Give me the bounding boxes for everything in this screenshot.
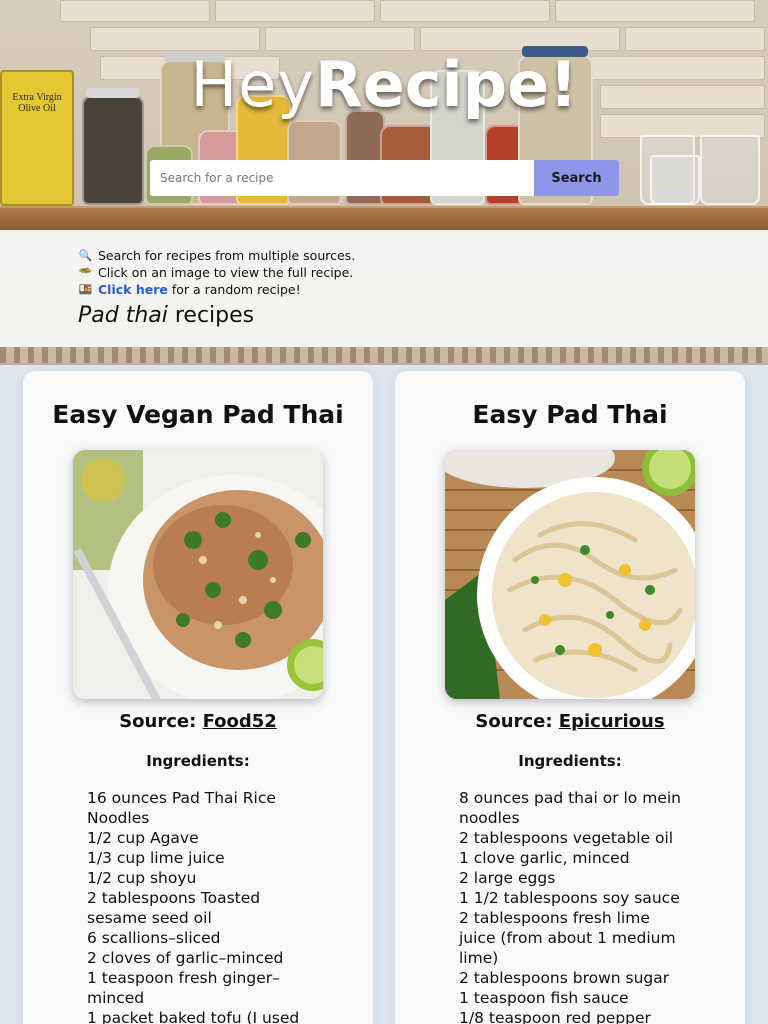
random-recipe-link[interactable]: Click here (98, 282, 168, 297)
info-row-random: 🍱 Click here for a random recipe! (78, 281, 355, 298)
hero-banner: Extra Virgin Olive Oil HeyRecipe! Search (0, 0, 768, 230)
ingredient-list: 8 ounces pad thai or lo mein noodles 2 t… (459, 788, 689, 1024)
recipe-source: Source: Food52 (23, 711, 373, 732)
ingredient-item: 1/8 teaspoon red pepper (459, 1009, 651, 1024)
heading-suffix: recipes (167, 303, 255, 328)
ingredient-item: 6 scallions–sliced (87, 929, 221, 947)
brand-logo[interactable]: HeyRecipe! (0, 50, 768, 120)
info-row-search: 🔍 Search for recipes from multiple sourc… (78, 247, 356, 264)
ingredient-item: 1 packet baked tofu (I used (87, 1009, 300, 1024)
recipe-title: Easy Pad Thai (472, 400, 668, 429)
recipe-card: Easy Pad Thai Source: Epicurious Ingredi… (395, 371, 745, 1024)
info-search-text: Search for recipes from multiple sources… (98, 248, 356, 263)
info-list: 🔍 Search for recipes from multiple sourc… (78, 247, 356, 298)
pad-thai-photo-1 (73, 450, 323, 699)
ingredient-item: 2 large eggs (459, 869, 556, 887)
ingredient-item: 2 cloves of garlic–minced (87, 949, 284, 967)
search-button[interactable]: Search (534, 160, 619, 196)
ingredient-item: 2 tablespoons Toasted sesame seed oil (87, 889, 261, 927)
ingredient-item: 1/3 cup lime juice (87, 849, 225, 867)
recipe-title: Easy Vegan Pad Thai (52, 400, 344, 429)
brand-recipe: Recipe! (314, 48, 578, 121)
brand-hey: Hey (190, 48, 315, 121)
info-random-rest: for a random recipe! (167, 282, 301, 297)
ingredient-item: 1 1/2 tablespoons soy sauce (459, 889, 680, 907)
source-label: Source: (119, 711, 203, 732)
info-image-text: Click on an image to view the full recip… (98, 265, 354, 280)
ingredient-item: 8 ounces pad thai or lo mein noodles (459, 789, 681, 827)
source-link[interactable]: Epicurious (559, 711, 665, 732)
search-form: Search (150, 160, 619, 196)
recipe-image[interactable] (73, 450, 323, 699)
ingredient-list: 16 ounces Pad Thai Rice Noodles 1/2 cup … (87, 788, 317, 1024)
ingredient-item: 1 teaspoon fish sauce (459, 989, 629, 1007)
ingredients-heading: Ingredients: (146, 752, 250, 770)
source-label: Source: (475, 711, 559, 732)
ingredient-item: 16 ounces Pad Thai Rice Noodles (87, 789, 276, 827)
band-divider (0, 347, 768, 363)
ingredient-item: 2 tablespoons fresh lime juice (from abo… (459, 909, 676, 967)
bento-icon: 🍱 (78, 283, 93, 296)
wooden-shelf (0, 206, 768, 230)
recipe-card: Easy Vegan Pad Thai Source: Food52 Ingre… (23, 371, 373, 1024)
search-input[interactable] (150, 160, 534, 196)
info-row-image: 🥗 Click on an image to view the full rec… (78, 264, 355, 281)
info-random-text: Click here for a random recipe! (98, 281, 301, 298)
ingredient-item: 1 teaspoon fresh ginger–minced (87, 969, 280, 1007)
ingredient-item: 1/2 cup shoyu (87, 869, 197, 887)
recipe-image[interactable] (445, 450, 695, 699)
ingredient-item: 1/2 cup Agave (87, 829, 199, 847)
ingredient-item: 2 tablespoons vegetable oil (459, 829, 674, 847)
ingredients-heading: Ingredients: (518, 752, 622, 770)
recipe-source: Source: Epicurious (395, 711, 745, 732)
source-link[interactable]: Food52 (203, 711, 277, 732)
query-term: Pad thai (78, 303, 168, 328)
results-heading: Pad thai recipes (78, 303, 254, 328)
salad-bowl-icon: 🥗 (78, 266, 93, 279)
pad-thai-photo-2 (445, 450, 695, 699)
ingredient-item: 1 clove garlic, minced (459, 849, 630, 867)
ingredient-item: 2 tablespoons brown sugar (459, 969, 670, 987)
magnifier-icon: 🔍 (78, 249, 93, 262)
